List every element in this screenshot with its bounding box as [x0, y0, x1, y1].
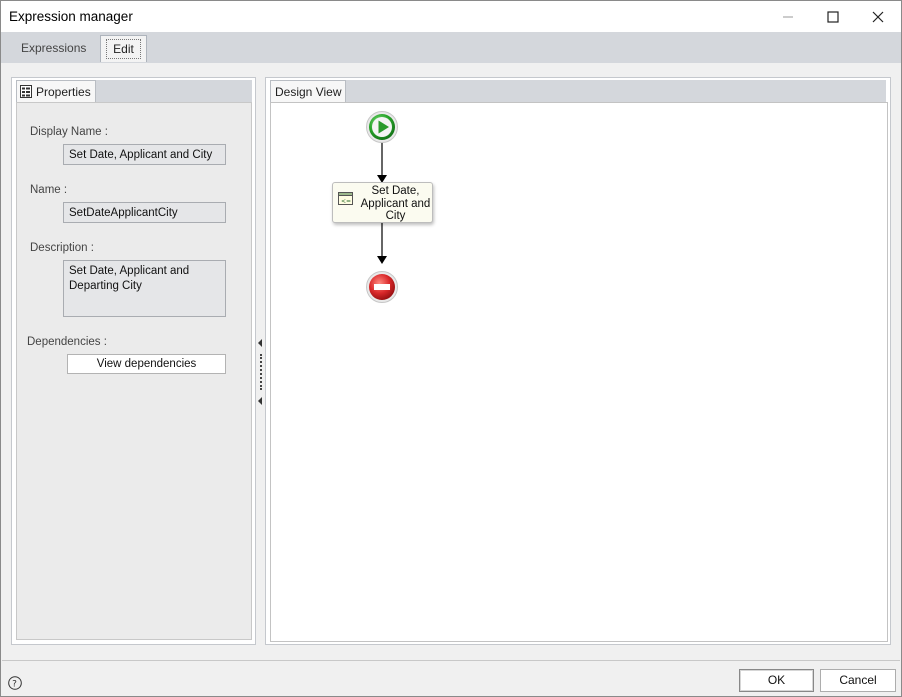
play-circle-icon: [366, 111, 398, 143]
tab-properties[interactable]: Properties: [16, 80, 96, 102]
design-panel: Design View <= Set Date, Applicant and C…: [265, 77, 891, 645]
tab-edit[interactable]: Edit: [100, 35, 147, 62]
display-name-label: Display Name :: [30, 126, 108, 138]
main-tab-bar: Expressions Edit: [1, 32, 901, 63]
help-icon[interactable]: ?: [8, 676, 22, 693]
title-bar: Expression manager: [1, 1, 901, 32]
activity-label: Set Date, Applicant and City: [360, 185, 431, 222]
expression-manager-window: Expression manager Expressions Edit Prop…: [0, 0, 902, 697]
view-dependencies-button[interactable]: View dependencies: [67, 354, 226, 374]
expand-arrow-icon[interactable]: [258, 397, 262, 405]
panel-splitter[interactable]: [257, 77, 265, 645]
tab-edit-label: Edit: [106, 39, 141, 59]
activity-node[interactable]: <= Set Date, Applicant and City: [332, 182, 433, 223]
name-label: Name :: [30, 184, 68, 196]
description-field[interactable]: Set Date, Applicant and Departing City: [63, 260, 226, 317]
maximize-button[interactable]: [810, 1, 856, 32]
properties-icon: [20, 85, 32, 98]
content-area: Properties Display Name : Set Date, Appl…: [2, 63, 900, 660]
collapse-arrow-icon[interactable]: [258, 339, 262, 347]
properties-tab-strip: Properties: [16, 80, 252, 102]
display-name-field[interactable]: Set Date, Applicant and City: [63, 144, 226, 165]
cancel-button[interactable]: Cancel: [820, 669, 896, 692]
dependencies-label: Dependencies :: [27, 336, 107, 348]
tab-expressions[interactable]: Expressions: [9, 35, 98, 62]
close-icon: [872, 11, 884, 22]
design-tab-strip: Design View: [270, 80, 886, 102]
svg-text:<=: <=: [341, 198, 351, 205]
properties-body: Display Name : Set Date, Applicant and C…: [16, 102, 252, 640]
start-node[interactable]: [366, 111, 398, 143]
maximize-icon: [827, 10, 839, 23]
svg-text:?: ?: [12, 680, 17, 690]
footer-bar: ? OK Cancel: [2, 660, 900, 696]
design-canvas[interactable]: <= Set Date, Applicant and City: [270, 102, 888, 642]
minimize-icon: [783, 16, 793, 17]
end-node[interactable]: [366, 271, 398, 303]
close-button[interactable]: [855, 1, 901, 32]
description-label: Description :: [30, 242, 94, 254]
name-field[interactable]: SetDateApplicantCity: [63, 202, 226, 223]
stop-circle-icon: [366, 271, 398, 303]
assign-activity-icon: <=: [338, 192, 353, 209]
properties-panel: Properties Display Name : Set Date, Appl…: [11, 77, 256, 645]
splitter-grip[interactable]: [260, 354, 262, 390]
tab-design-view[interactable]: Design View: [270, 80, 347, 102]
arrowhead-icon: [377, 256, 387, 264]
tab-properties-label: Properties: [36, 84, 91, 99]
ok-button[interactable]: OK: [739, 669, 814, 692]
minimize-button[interactable]: [765, 1, 811, 32]
window-title: Expression manager: [9, 9, 133, 24]
